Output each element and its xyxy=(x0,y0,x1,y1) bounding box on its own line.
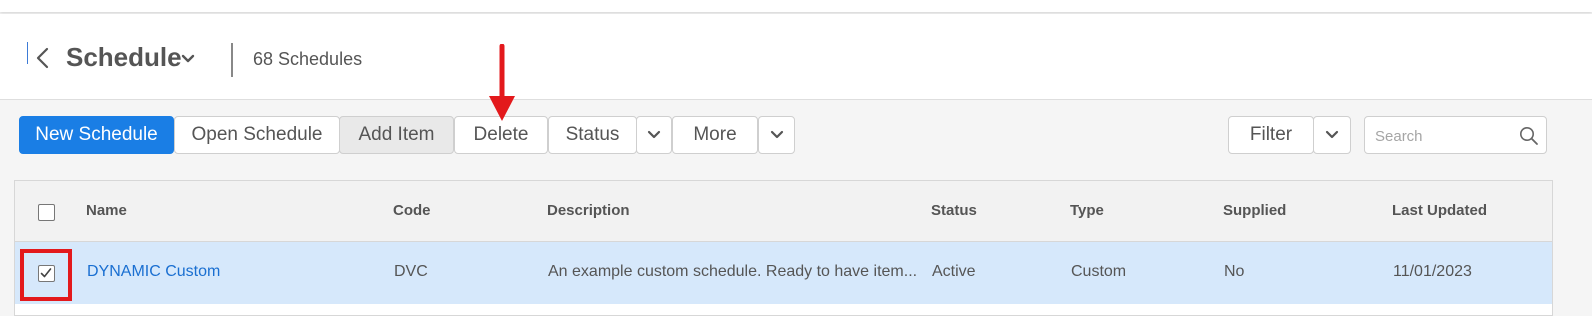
search-input[interactable] xyxy=(1373,125,1517,147)
column-header-code[interactable]: Code xyxy=(393,202,431,219)
column-header-type[interactable]: Type xyxy=(1070,202,1104,219)
row-code: DVC xyxy=(394,263,428,280)
chevron-down-icon xyxy=(647,130,661,139)
add-item-button[interactable]: Add Item xyxy=(339,116,454,154)
top-strip xyxy=(0,0,1592,12)
row-name-link[interactable]: DYNAMIC Custom xyxy=(87,263,220,281)
table-row[interactable]: DYNAMIC Custom DVC An example custom sch… xyxy=(15,242,1552,304)
status-button[interactable]: Status xyxy=(548,116,637,154)
filter-dropdown-button[interactable] xyxy=(1313,116,1351,154)
new-schedule-button[interactable]: New Schedule xyxy=(19,116,174,154)
page-header: Schedule 68 Schedules xyxy=(0,14,1592,100)
column-header-last-updated[interactable]: Last Updated xyxy=(1392,202,1487,219)
row-supplied: No xyxy=(1224,263,1245,280)
filter-button[interactable]: Filter xyxy=(1228,116,1314,154)
schedule-count: 68 Schedules xyxy=(253,49,363,69)
column-header-status[interactable]: Status xyxy=(931,202,977,219)
table-header: Name Code Description Status Type Suppli… xyxy=(15,181,1552,242)
chevron-down-icon[interactable] xyxy=(180,52,196,66)
column-header-description[interactable]: Description xyxy=(547,202,630,219)
column-header-supplied[interactable]: Supplied xyxy=(1223,202,1286,219)
search-icon[interactable] xyxy=(1519,126,1539,146)
select-all-checkbox[interactable] xyxy=(38,204,55,221)
back-accent-line xyxy=(27,42,28,64)
page-title[interactable]: Schedule xyxy=(66,42,182,73)
open-schedule-button[interactable]: Open Schedule xyxy=(174,116,340,154)
search-box xyxy=(1364,116,1547,154)
row-type: Custom xyxy=(1071,263,1127,280)
row-description: An example custom schedule. Ready to hav… xyxy=(548,263,918,280)
more-button[interactable]: More xyxy=(672,116,758,154)
more-dropdown-button[interactable] xyxy=(758,116,795,154)
column-header-name[interactable]: Name xyxy=(86,202,127,219)
arrow-down-icon xyxy=(489,44,515,121)
row-last-updated: 11/01/2023 xyxy=(1393,263,1472,280)
chevron-down-icon xyxy=(1325,130,1339,139)
row-status: Active xyxy=(932,263,976,280)
header-divider xyxy=(231,43,233,77)
status-dropdown-button[interactable] xyxy=(636,116,672,154)
schedules-table: Name Code Description Status Type Suppli… xyxy=(14,180,1553,316)
highlight-box xyxy=(20,249,72,301)
chevron-down-icon xyxy=(770,130,783,139)
chevron-left-icon[interactable] xyxy=(32,46,52,70)
